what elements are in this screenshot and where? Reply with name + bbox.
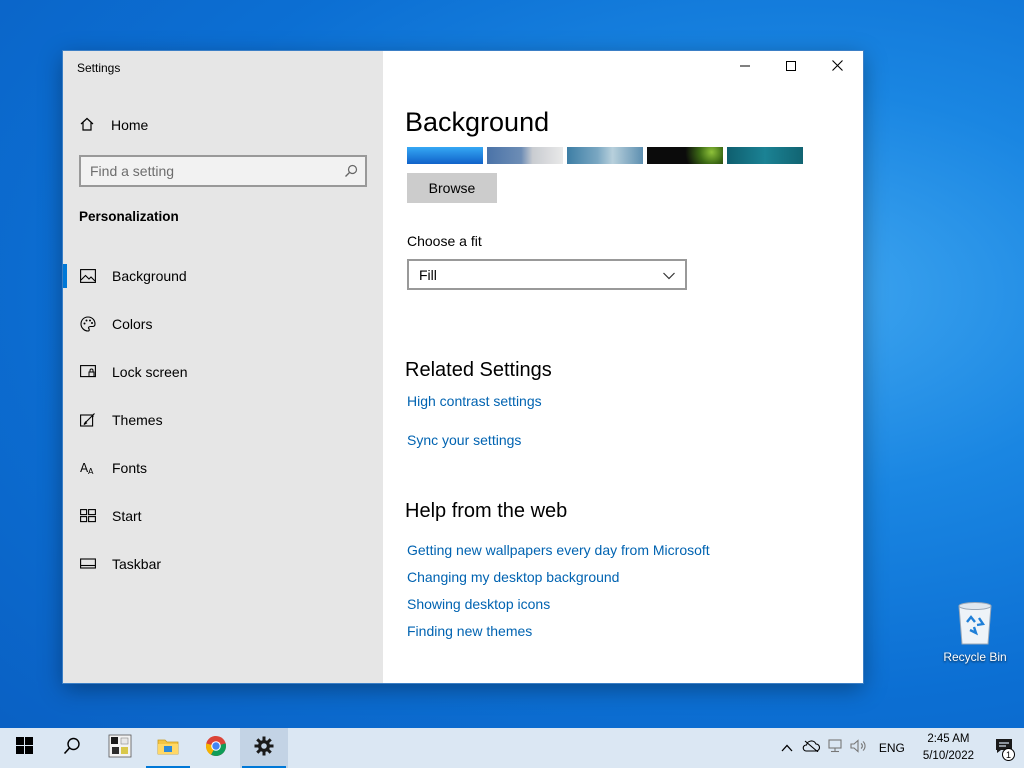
- search-icon[interactable]: [337, 164, 365, 178]
- sidebar-item-fonts[interactable]: AA Fonts: [63, 444, 383, 492]
- recent-image-4[interactable]: [647, 147, 723, 164]
- search-icon: [63, 737, 81, 760]
- recent-image-2[interactable]: [487, 147, 563, 164]
- fit-dropdown[interactable]: Fill: [407, 259, 687, 290]
- sidebar-item-lock-screen[interactable]: Lock screen: [63, 348, 383, 396]
- recent-image-5[interactable]: [727, 147, 803, 164]
- recycle-bin-icon: [940, 600, 1010, 646]
- chevron-down-icon: [663, 267, 675, 283]
- themes-icon: [79, 411, 97, 429]
- recycle-bin[interactable]: Recycle Bin: [940, 600, 1010, 664]
- recent-images: [407, 147, 803, 164]
- sidebar-item-background[interactable]: Background: [63, 252, 383, 300]
- start-button[interactable]: [0, 728, 48, 768]
- sidebar-item-label: Background: [112, 268, 187, 284]
- sidebar-item-label: Themes: [112, 412, 163, 428]
- sidebar-item-label: Start: [112, 508, 142, 524]
- game-icon: [108, 734, 132, 763]
- sidebar-item-label: Lock screen: [112, 364, 188, 380]
- palette-icon: [79, 315, 97, 333]
- sidebar-item-label: Colors: [112, 316, 153, 332]
- show-hidden-icons-button[interactable]: [775, 728, 799, 768]
- window-title: Settings: [77, 61, 121, 75]
- related-settings-heading: Related Settings: [405, 359, 552, 381]
- browse-button[interactable]: Browse: [407, 173, 497, 203]
- recycle-bin-label: Recycle Bin: [943, 650, 1007, 664]
- settings-window: Settings Home Personalization Background: [63, 51, 863, 683]
- taskbar-file-explorer[interactable]: [144, 728, 192, 768]
- minimize-button[interactable]: [722, 51, 768, 83]
- fonts-icon: AA: [79, 459, 97, 477]
- search-input[interactable]: [81, 163, 337, 179]
- link-new-wallpapers[interactable]: Getting new wallpapers every day from Mi…: [407, 542, 710, 558]
- close-icon: [831, 58, 843, 76]
- link-change-background[interactable]: Changing my desktop background: [407, 569, 619, 585]
- action-center-button[interactable]: 1: [984, 728, 1024, 768]
- start-icon: [79, 507, 97, 525]
- clock-date: 5/10/2022: [922, 750, 974, 762]
- picture-icon: [79, 267, 97, 285]
- sidebar-item-taskbar[interactable]: Taskbar: [63, 540, 383, 588]
- sidebar-item-label: Fonts: [112, 460, 148, 476]
- chevron-up-icon: [781, 739, 793, 757]
- recent-image-3[interactable]: [567, 147, 643, 164]
- fit-label: Choose a fit: [407, 233, 482, 249]
- taskbar-chrome[interactable]: [192, 728, 240, 768]
- taskbar: ENG 2:45 AM 5/10/2022 1: [0, 728, 1024, 768]
- link-high-contrast[interactable]: High contrast settings: [407, 393, 542, 409]
- link-sync-settings[interactable]: Sync your settings: [407, 432, 521, 448]
- close-button[interactable]: [814, 51, 860, 83]
- cloud-offline-icon: [802, 739, 820, 757]
- network-button[interactable]: [823, 728, 847, 768]
- recent-image-1[interactable]: [407, 147, 483, 164]
- onedrive-button[interactable]: [799, 728, 823, 768]
- settings-sidebar: Settings Home Personalization Background: [63, 51, 383, 683]
- help-heading: Help from the web: [405, 500, 568, 522]
- link-new-themes[interactable]: Finding new themes: [407, 623, 532, 639]
- minimize-icon: [740, 58, 750, 76]
- section-label: Personalization: [79, 209, 179, 224]
- sidebar-item-start[interactable]: Start: [63, 492, 383, 540]
- home-icon: [79, 116, 95, 135]
- maximize-icon: [786, 58, 796, 76]
- nav-list: Background Colors Lock screen Themes A A…: [63, 252, 383, 588]
- search-box[interactable]: [79, 155, 367, 187]
- sidebar-item-label: Taskbar: [112, 556, 162, 572]
- sidebar-item-themes[interactable]: Themes: [63, 396, 383, 444]
- sidebar-item-colors[interactable]: Colors: [63, 300, 383, 348]
- volume-button[interactable]: [847, 728, 871, 768]
- taskbar-game-app[interactable]: [96, 728, 144, 768]
- volume-icon: [850, 738, 868, 758]
- maximize-button[interactable]: [768, 51, 814, 83]
- page-title: Background: [405, 107, 550, 137]
- fit-dropdown-value: Fill: [419, 266, 437, 283]
- settings-content: Background Browse Choose a fit Fill Rela…: [383, 51, 863, 683]
- file-explorer-icon: [157, 737, 179, 760]
- taskbar-search-button[interactable]: [48, 728, 96, 768]
- network-icon: [826, 738, 844, 758]
- nav-home-label: Home: [111, 117, 149, 133]
- nav-home[interactable]: Home: [79, 115, 148, 135]
- link-desktop-icons[interactable]: Showing desktop icons: [407, 596, 550, 612]
- chrome-icon: [205, 735, 227, 762]
- taskbar-icon: [79, 555, 97, 573]
- lock-screen-icon: [79, 363, 97, 381]
- clock-time: 2:45 AM: [927, 733, 970, 745]
- clock[interactable]: 2:45 AM 5/10/2022: [913, 731, 984, 765]
- settings-icon: [254, 736, 274, 761]
- windows-logo-icon: [15, 737, 33, 759]
- system-tray: ENG 2:45 AM 5/10/2022 1: [775, 728, 1024, 768]
- notification-count-badge: 1: [1002, 748, 1015, 761]
- input-language-indicator[interactable]: ENG: [871, 741, 913, 755]
- svg-text:A: A: [88, 467, 94, 475]
- taskbar-settings[interactable]: [240, 728, 288, 768]
